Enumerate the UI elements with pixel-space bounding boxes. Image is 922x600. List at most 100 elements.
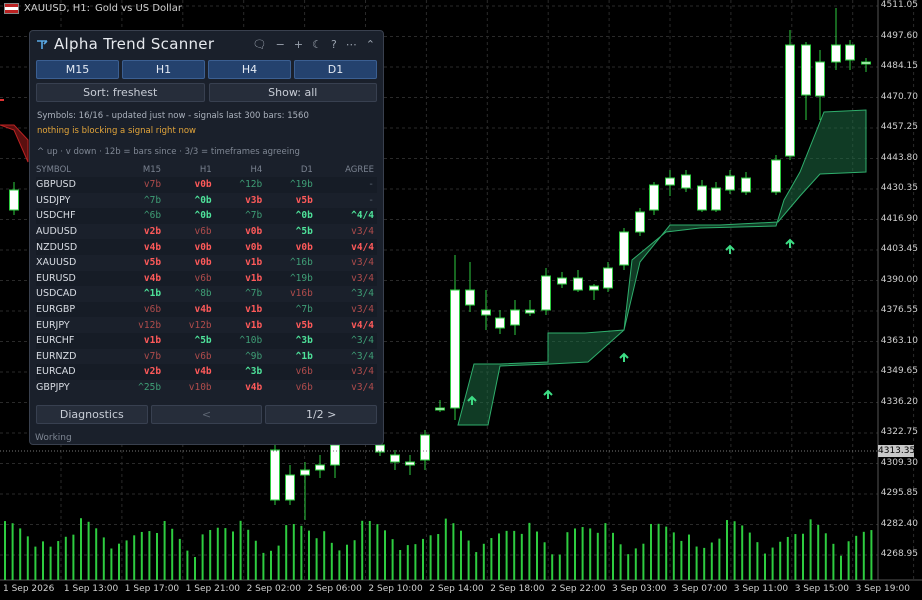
signal-cell: v4b xyxy=(113,270,165,287)
current-price-label: 4313.35 xyxy=(878,445,916,457)
candle-body xyxy=(300,469,310,476)
symbol-cell: XAUUSD xyxy=(36,257,77,269)
signal-cell: v5b xyxy=(295,319,313,331)
minimize-icon[interactable]: − xyxy=(276,38,285,51)
signal-cell: v4b xyxy=(164,301,215,318)
table-row[interactable]: GBPUSD v7b v0b ^12b ^19b - xyxy=(36,177,377,193)
signal-cell: ^5b xyxy=(164,332,215,349)
table-row[interactable]: USDCHF ^6b ^0b ^7b ^0b ^4/4 xyxy=(36,208,377,224)
signal-cell: ^6b xyxy=(113,208,165,224)
signal-cell: ^7b xyxy=(143,194,162,206)
signal-cell: ^1b xyxy=(295,350,313,362)
buy-arrow-icon xyxy=(785,238,795,248)
signal-cell: v0b xyxy=(214,239,266,255)
price-tick-label: 4295.85 xyxy=(880,488,918,498)
symbol-cell: USDJPY xyxy=(36,194,71,206)
panel-header[interactable]: Alpha Trend Scanner 🗨︎ − + ☾ ? ⋯ ⌃ xyxy=(30,31,383,57)
candle-body xyxy=(771,159,781,193)
price-tick-label: 4322.75 xyxy=(880,427,918,437)
signal-cell: ^3/4 xyxy=(351,288,374,300)
price-tick-label: 4470.70 xyxy=(880,91,918,102)
signal-cell: ^7b xyxy=(265,301,316,318)
signal-cell: ^5b xyxy=(295,226,313,238)
table-row[interactable]: EURCAD v2b v4b ^3b v6b v3/4 xyxy=(36,364,377,380)
signal-cell: v6b xyxy=(295,382,313,394)
price-tick-label: 4403.45 xyxy=(880,244,918,254)
candle-body xyxy=(270,449,280,501)
warning-text: nothing is blocking a signal right now xyxy=(37,126,197,136)
table-row[interactable]: EURUSD v4b v6b v1b ^19b v3/4 xyxy=(36,270,377,287)
table-row[interactable]: EURGBP v6b v4b v1b ^7b v3/4 xyxy=(36,301,377,318)
signal-cell: v3/4 xyxy=(351,257,374,269)
table-row[interactable]: EURJPY v12b v12b v1b v5b v4/4 xyxy=(36,317,377,333)
column-header: M15 xyxy=(142,164,162,175)
candle-body xyxy=(741,177,751,193)
chart-title: XAUUSD, H1: Gold vs US Dollar xyxy=(4,3,182,14)
table-row[interactable]: NZDUSD v4b v0b v0b v0b v4/4 xyxy=(36,239,377,255)
price-tick-label: 4430.35 xyxy=(880,183,918,193)
price-tick-label: 4336.20 xyxy=(880,396,918,407)
signal-cell: v1b xyxy=(214,301,266,318)
panel-title: Alpha Trend Scanner xyxy=(54,35,215,53)
table-row[interactable]: AUDUSD v2b v6b v0b ^5b v3/4 xyxy=(36,224,377,240)
signal-cell: ^7b xyxy=(245,288,263,300)
tab-d1[interactable]: D1 xyxy=(294,60,377,79)
time-tick-label: 2 Sep 18:00 xyxy=(490,584,545,594)
more-icon[interactable]: ⋯ xyxy=(346,38,357,51)
symbol-cell: EURUSD xyxy=(36,270,114,287)
legend-text: ^ up · v down · 12b = bars since · 3/3 =… xyxy=(37,147,300,157)
prev-page-button[interactable]: < xyxy=(150,405,263,424)
symbol-cell: EURGBP xyxy=(36,301,114,318)
signal-cell: v0b xyxy=(245,226,263,238)
diagnostics-button[interactable]: Diagnostics xyxy=(36,405,148,424)
table-row[interactable]: EURNZD v7b v6b ^9b ^1b ^3/4 xyxy=(36,349,377,365)
signal-cell: ^25b xyxy=(138,382,162,394)
table-row[interactable]: GBPJPY ^25b v10b v4b v6b v3/4 xyxy=(36,380,377,396)
candle-body xyxy=(785,44,795,157)
plus-icon[interactable]: + xyxy=(294,38,303,51)
next-page-button[interactable]: 1/2 > xyxy=(265,405,378,424)
signal-cell: ^0b xyxy=(265,208,316,224)
candle-body xyxy=(495,317,505,329)
signal-cell: v4b xyxy=(245,382,263,394)
chat-icon[interactable]: 🗨︎ xyxy=(253,38,267,51)
show-filter-button[interactable]: Show: all xyxy=(208,83,377,102)
signal-cell: v4b xyxy=(164,364,215,380)
price-tick-label: 4363.10 xyxy=(880,335,918,346)
candle-body xyxy=(845,44,855,61)
candle-body xyxy=(285,474,295,501)
sort-button[interactable]: Sort: freshest xyxy=(36,83,205,102)
table-row[interactable]: EURCHF v1b ^5b ^10b ^3b ^3/4 xyxy=(36,332,377,349)
moon-icon[interactable]: ☾ xyxy=(312,38,322,51)
table-row[interactable]: USDCAD ^1b ^8b ^7b v16b ^3/4 xyxy=(36,286,377,302)
candle-body xyxy=(525,309,535,314)
buy-arrow-icon xyxy=(725,244,735,254)
signal-cell: v10b xyxy=(188,382,212,394)
buy-arrow-icon xyxy=(543,389,553,399)
signal-cell: v3/4 xyxy=(315,270,377,287)
candle-body xyxy=(375,444,385,453)
candle-body xyxy=(315,464,325,471)
chart-symbol: XAUUSD, H1: xyxy=(24,3,90,14)
candle-body xyxy=(681,174,691,189)
column-header: D1 xyxy=(300,164,313,175)
table-row[interactable]: XAUUSD v5b v0b v1b ^16b v3/4 xyxy=(36,255,377,271)
trend-logo-icon xyxy=(37,40,48,49)
symbol-cell: EURNZD xyxy=(36,350,77,362)
signal-cell: v5b xyxy=(143,257,162,269)
symbol-cell: GBPUSD xyxy=(36,177,114,193)
collapse-icon[interactable]: ⌃ xyxy=(366,38,375,51)
table-row[interactable]: USDJPY ^7b ^0b v3b v5b - xyxy=(36,193,377,209)
help-icon[interactable]: ? xyxy=(331,38,337,51)
candle-body xyxy=(9,189,19,211)
tab-m15[interactable]: M15 xyxy=(36,60,119,79)
signal-table: SYMBOL M15 H1 H4 D1 AGREE GBPUSD v7b v0b ^12b ^19… xyxy=(36,162,377,395)
signal-cell: v3/4 xyxy=(315,364,377,380)
signal-cell: v7b xyxy=(143,350,162,362)
signal-cell: v3/4 xyxy=(351,382,374,394)
candle-body xyxy=(815,61,825,97)
candle-body xyxy=(510,309,520,326)
signal-cell: v5b xyxy=(295,194,313,206)
tab-h1[interactable]: H1 xyxy=(122,60,205,79)
tab-h4[interactable]: H4 xyxy=(208,60,291,79)
